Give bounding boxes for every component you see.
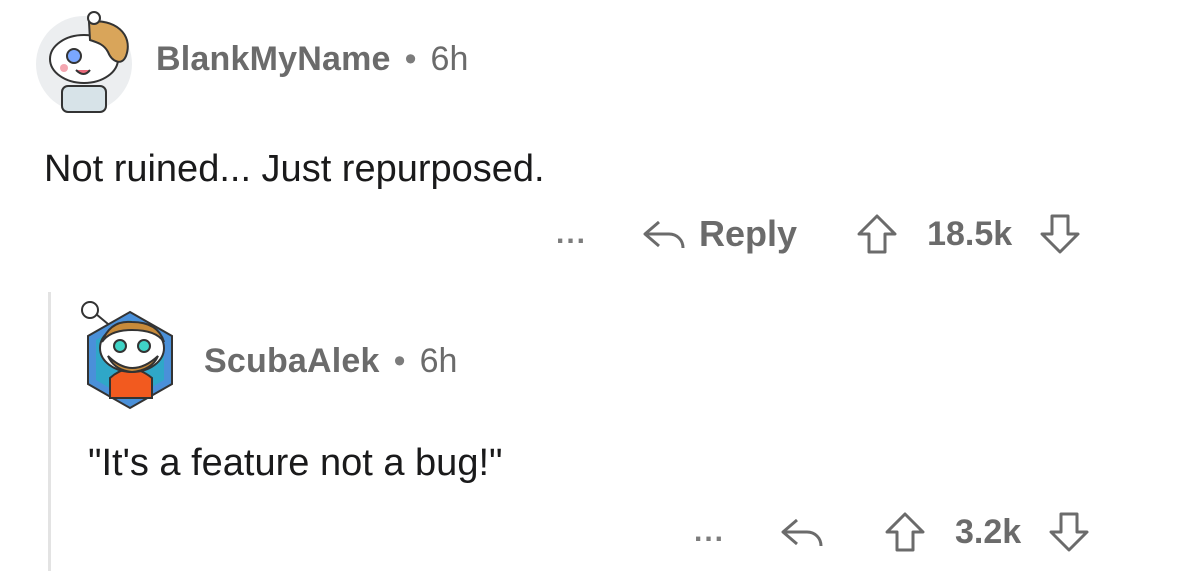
separator-dot: • xyxy=(393,341,406,380)
reply-label: Reply xyxy=(699,213,798,254)
reply-button[interactable]: Reply xyxy=(641,213,797,255)
user-avatar-icon[interactable] xyxy=(80,290,180,410)
comment-body: "It's a feature not a bug!" xyxy=(88,442,503,484)
downvote-arrow-icon[interactable] xyxy=(1047,510,1091,554)
more-options-button[interactable]: ... xyxy=(694,515,725,549)
comment-header: BlankMyName • 6h xyxy=(34,4,468,114)
comment-body: Not ruined... Just repurposed. xyxy=(44,148,545,190)
comment-thread: BlankMyName • 6h Not ruined... Just repu… xyxy=(0,0,1179,571)
comment-header: ScubaAlek • 6h xyxy=(80,290,457,410)
username[interactable]: ScubaAlek xyxy=(204,342,380,381)
user-avatar-icon[interactable] xyxy=(34,4,134,114)
timestamp: 6h xyxy=(430,39,469,78)
separator-dot: • xyxy=(404,39,417,78)
downvote-arrow-icon[interactable] xyxy=(1038,212,1082,256)
upvote-arrow-icon[interactable] xyxy=(883,510,927,554)
comment-actions: ... 3.2k xyxy=(694,510,1091,554)
upvote-arrow-icon[interactable] xyxy=(855,212,899,256)
reply-arrow-icon[interactable] xyxy=(779,514,825,550)
username[interactable]: BlankMyName xyxy=(156,40,391,79)
comment-actions: ... Reply 18.5k xyxy=(556,212,1082,256)
thread-line[interactable] xyxy=(48,292,51,571)
reply-arrow-icon xyxy=(643,220,685,249)
timestamp: 6h xyxy=(419,341,458,380)
more-options-button[interactable]: ... xyxy=(556,217,587,251)
vote-score: 18.5k xyxy=(927,214,1013,253)
vote-score: 3.2k xyxy=(955,512,1022,551)
